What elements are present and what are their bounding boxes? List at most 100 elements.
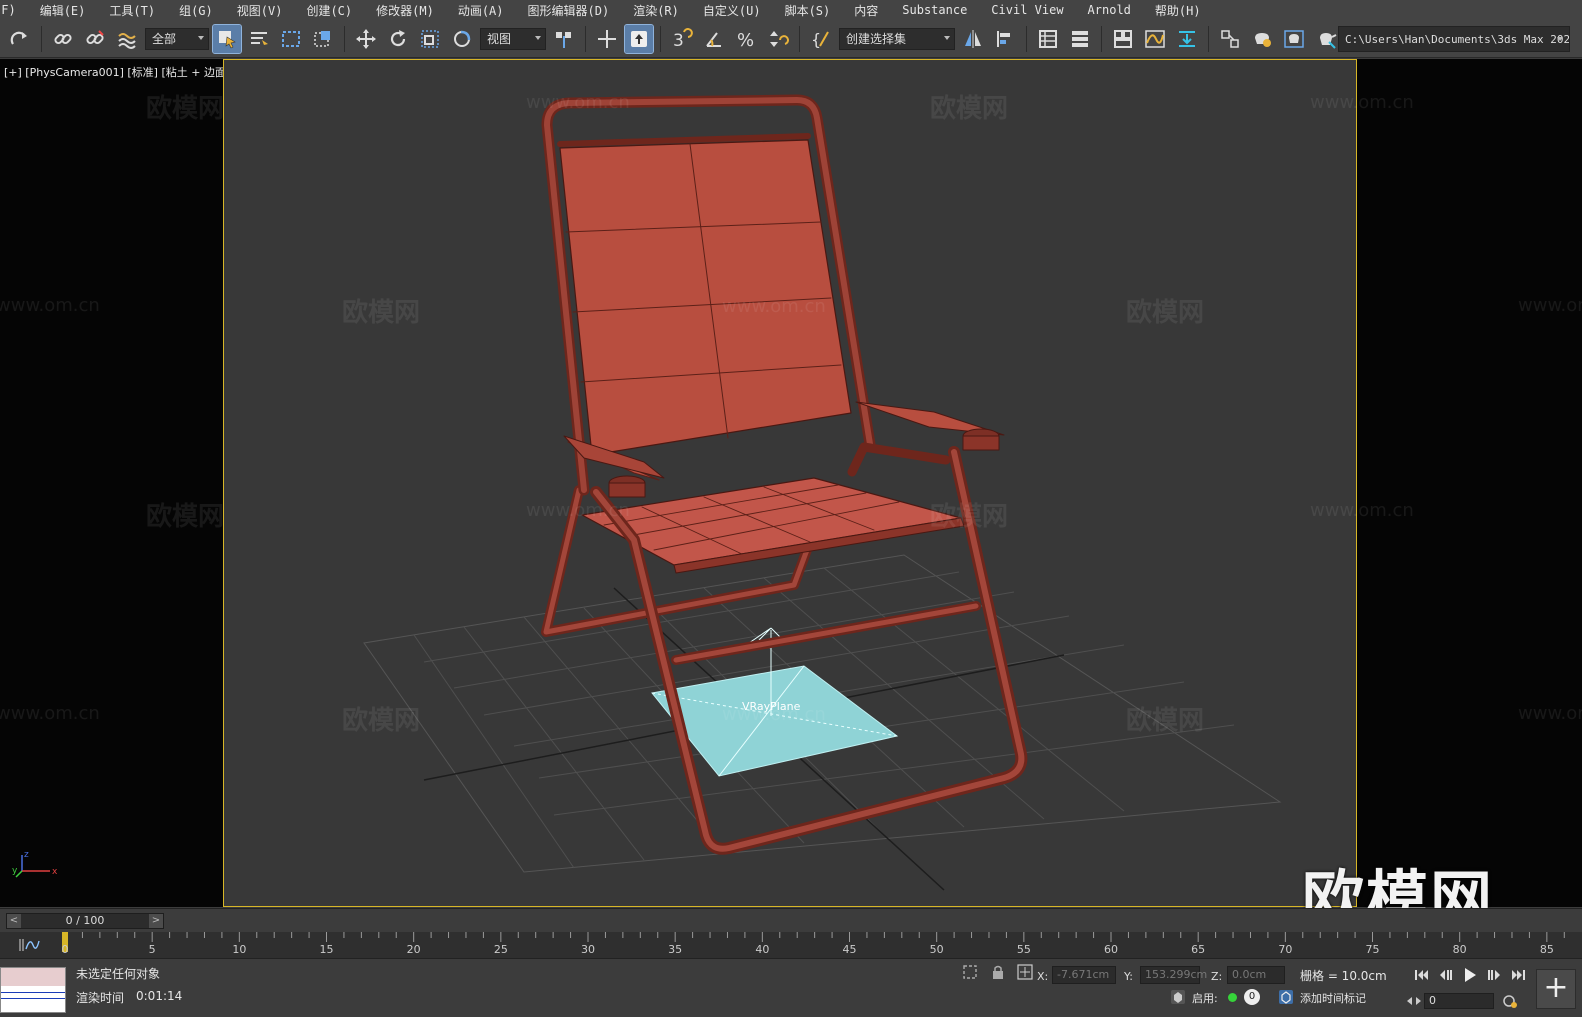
menu-modifiers[interactable]: 修改器(M)	[366, 2, 448, 19]
coord-x-field[interactable]: -7.671cm	[1052, 966, 1116, 984]
coord-z-field[interactable]: 0.0cm	[1227, 966, 1285, 984]
menu-create[interactable]: 创建(C)	[296, 2, 366, 19]
time-configuration-icon[interactable]	[1502, 993, 1518, 1009]
absolute-mode-transform-icon[interactable]	[1017, 964, 1033, 980]
chevron-down-icon	[944, 35, 950, 40]
maxscript-mini-listener[interactable]	[0, 967, 66, 1013]
watermark-text: 欧模网	[146, 94, 225, 124]
rectangular-selection-button[interactable]	[277, 25, 305, 53]
unlink-button[interactable]	[81, 25, 109, 53]
go-to-start-button[interactable]	[1412, 967, 1432, 983]
scene-explorer-button[interactable]	[1034, 25, 1062, 53]
axis-y-label: y	[12, 866, 18, 876]
rendered-frame-window-button[interactable]	[1280, 25, 1308, 53]
frame-scrub-arrows-icon[interactable]	[1406, 993, 1422, 1009]
render-production-button[interactable]	[1312, 25, 1340, 53]
menu-arnold[interactable]: Arnold	[1078, 3, 1145, 17]
track-bar[interactable]: 0 5 10 15 20 25 30 35 40 45 50 55 60 65 70 75 80 85	[0, 932, 1582, 958]
adaptive-degradation-icon[interactable]	[1170, 989, 1186, 1005]
menu-tools[interactable]: 工具(T)	[99, 2, 169, 19]
schematic-view-button[interactable]	[1173, 25, 1201, 53]
select-place-button[interactable]	[448, 25, 476, 53]
time-slider-prev-button[interactable]: <	[7, 914, 21, 928]
menu-group[interactable]: 组(G)	[169, 2, 227, 19]
selection-lock-icon[interactable]	[990, 964, 1006, 980]
watermark-url: www.om.cn	[722, 704, 826, 725]
coord-z-label: Z:	[1211, 970, 1223, 983]
coord-y-field[interactable]: 153.299cm	[1140, 966, 1207, 984]
toolbar-separator	[799, 25, 800, 52]
spinner-snap-button[interactable]	[764, 25, 792, 53]
menu-civil-view[interactable]: Civil View	[981, 3, 1077, 17]
viewport-area[interactable]: [+] [PhysCamera001] [标准] [粘土 + 边面] VRayP…	[0, 59, 1582, 936]
play-button[interactable]	[1460, 967, 1480, 983]
percent-snap-button[interactable]: %	[732, 25, 760, 53]
menu-file[interactable]: (F)	[0, 3, 30, 17]
keyboard-shortcut-override-button[interactable]	[624, 23, 654, 54]
named-selection-dropdown[interactable]: 创建选择集	[839, 27, 955, 50]
viewport-label[interactable]: [+] [PhysCamera001] [标准] [粘土 + 边面]	[4, 64, 230, 80]
enable-count-badge[interactable]: 0	[1244, 989, 1260, 1005]
project-folder-dropdown[interactable]: C:\Users\Han\Documents\3ds Max 2022	[1338, 26, 1570, 52]
timeline-ruler[interactable]	[62, 932, 1570, 958]
select-cursor-icon	[219, 30, 236, 48]
snaps-toggle-button[interactable]: 3	[668, 25, 696, 53]
isolate-selection-icon[interactable]	[962, 964, 978, 980]
select-move-button[interactable]	[352, 25, 380, 53]
select-manipulate-button[interactable]	[593, 25, 621, 53]
menu-help[interactable]: 帮助(H)	[1145, 2, 1215, 19]
add-time-tag-label[interactable]: 添加时间标记	[1300, 990, 1366, 1006]
render-setup-button[interactable]	[1248, 25, 1276, 53]
bind-spacewarp-button[interactable]	[113, 25, 141, 53]
link-button[interactable]	[49, 25, 77, 53]
timeline-tick-label: 20	[406, 943, 421, 956]
select-by-name-button[interactable]	[245, 25, 273, 53]
menu-substance[interactable]: Substance	[892, 3, 981, 17]
select-rotate-button[interactable]	[384, 25, 412, 53]
schematic-icon	[1179, 30, 1195, 47]
menu-graph-editors[interactable]: 图形编辑器(D)	[518, 2, 624, 19]
next-frame-button[interactable]	[1484, 967, 1504, 983]
pivot-center-button[interactable]	[550, 25, 578, 53]
menu-content[interactable]: 内容	[844, 2, 892, 19]
time-tag-icon[interactable]	[1278, 989, 1294, 1005]
material-editor-button[interactable]	[1216, 25, 1244, 53]
go-to-start-icon	[1415, 970, 1428, 980]
go-to-end-button[interactable]	[1508, 967, 1528, 983]
menu-customize[interactable]: 自定义(U)	[693, 2, 775, 19]
menu-views[interactable]: 视图(V)	[227, 2, 297, 19]
manipulate-icon	[598, 29, 616, 48]
reference-coordinate-dropdown[interactable]: 视图	[480, 27, 546, 50]
select-object-button[interactable]	[212, 23, 242, 54]
mini-curve-editor-icon[interactable]	[18, 937, 40, 953]
selection-filter-dropdown[interactable]: 全部	[145, 27, 209, 50]
menu-scripting[interactable]: 脚本(S)	[775, 2, 845, 19]
toggle-ribbon-button[interactable]	[1109, 25, 1137, 53]
time-slider[interactable]: < 0 / 100 >	[6, 913, 164, 929]
timeline-tick-label: 45	[842, 943, 857, 956]
current-frame-field[interactable]: 0	[1424, 993, 1494, 1009]
align-button[interactable]	[991, 25, 1019, 53]
toolbar-separator	[660, 25, 661, 52]
set-key-button[interactable]: +	[1536, 969, 1576, 1009]
edit-named-selection-button[interactable]: {	[807, 25, 835, 53]
redo-button[interactable]	[6, 25, 34, 53]
toolbar-separator	[1208, 25, 1209, 52]
camera-safe-frame[interactable]: VRayPlane 欧模网 www.om.cn 欧模网 www.om.cn 欧模…	[146, 59, 1414, 908]
layer-explorer-button[interactable]	[1066, 25, 1094, 53]
curve-editor-button[interactable]	[1141, 25, 1169, 53]
angle-snap-button[interactable]	[700, 25, 728, 53]
window-crossing-button[interactable]	[309, 25, 337, 53]
menu-animation[interactable]: 动画(A)	[448, 2, 518, 19]
select-scale-button[interactable]	[416, 25, 444, 53]
watermark-url: www.om.cn	[526, 500, 630, 521]
mirror-button[interactable]	[959, 25, 987, 53]
time-slider-value: 0 / 100	[65, 914, 105, 927]
menu-edit[interactable]: 编辑(E)	[30, 2, 100, 19]
menu-rendering[interactable]: 渲染(R)	[623, 2, 693, 19]
timeline-tick-label: 40	[755, 943, 770, 956]
timeline-tick-label: 55	[1016, 943, 1031, 956]
viewport-scene[interactable]: VRayPlane	[224, 60, 1358, 908]
time-slider-next-button[interactable]: >	[149, 914, 163, 928]
previous-frame-button[interactable]	[1436, 967, 1456, 983]
